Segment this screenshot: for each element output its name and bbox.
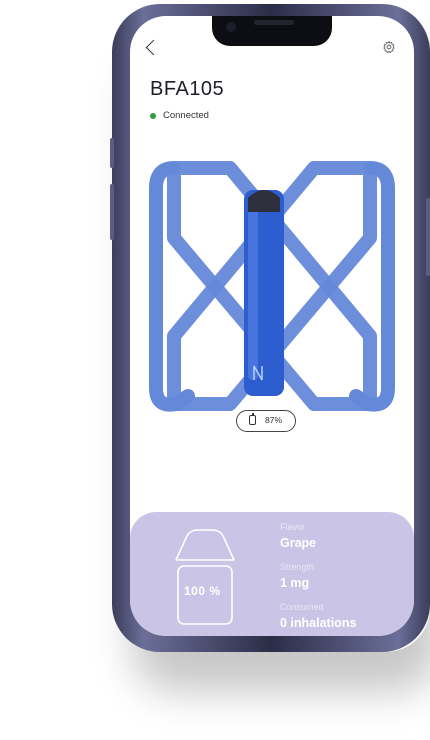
- flavor-label: Flavor: [280, 522, 306, 532]
- earpiece: [254, 20, 294, 25]
- side-button-power: [426, 198, 430, 276]
- back-button[interactable]: [144, 38, 158, 54]
- gear-icon[interactable]: [382, 40, 396, 54]
- battery-icon: [249, 413, 256, 425]
- side-button-volume-down: [110, 184, 114, 240]
- consumed-label: Consumed: [280, 602, 324, 612]
- brand-logo-with-device: [149, 161, 395, 412]
- pod-level: 100 %: [184, 584, 221, 598]
- app-screen: BFA105 Connected 87% Flavor Grape Streng…: [130, 16, 414, 636]
- battery-percent: 87%: [265, 415, 283, 425]
- consumed-value: 0 inhalations: [280, 616, 357, 630]
- strength-value: 1 mg: [280, 576, 310, 590]
- pod-info-panel: Flavor Grape Strength 1 mg Consumed 0 in…: [130, 512, 414, 636]
- connection-status-dot: [150, 113, 156, 119]
- connection-status: Connected: [163, 110, 209, 121]
- notch: [212, 16, 332, 46]
- pod-outline-icon: [175, 529, 235, 625]
- side-button-volume: [110, 138, 114, 168]
- front-camera: [226, 22, 236, 32]
- device-name: BFA105: [150, 78, 225, 100]
- battery-indicator: 87%: [236, 410, 296, 432]
- strength-label: Strength: [280, 562, 315, 572]
- flavor-value: Grape: [280, 536, 317, 550]
